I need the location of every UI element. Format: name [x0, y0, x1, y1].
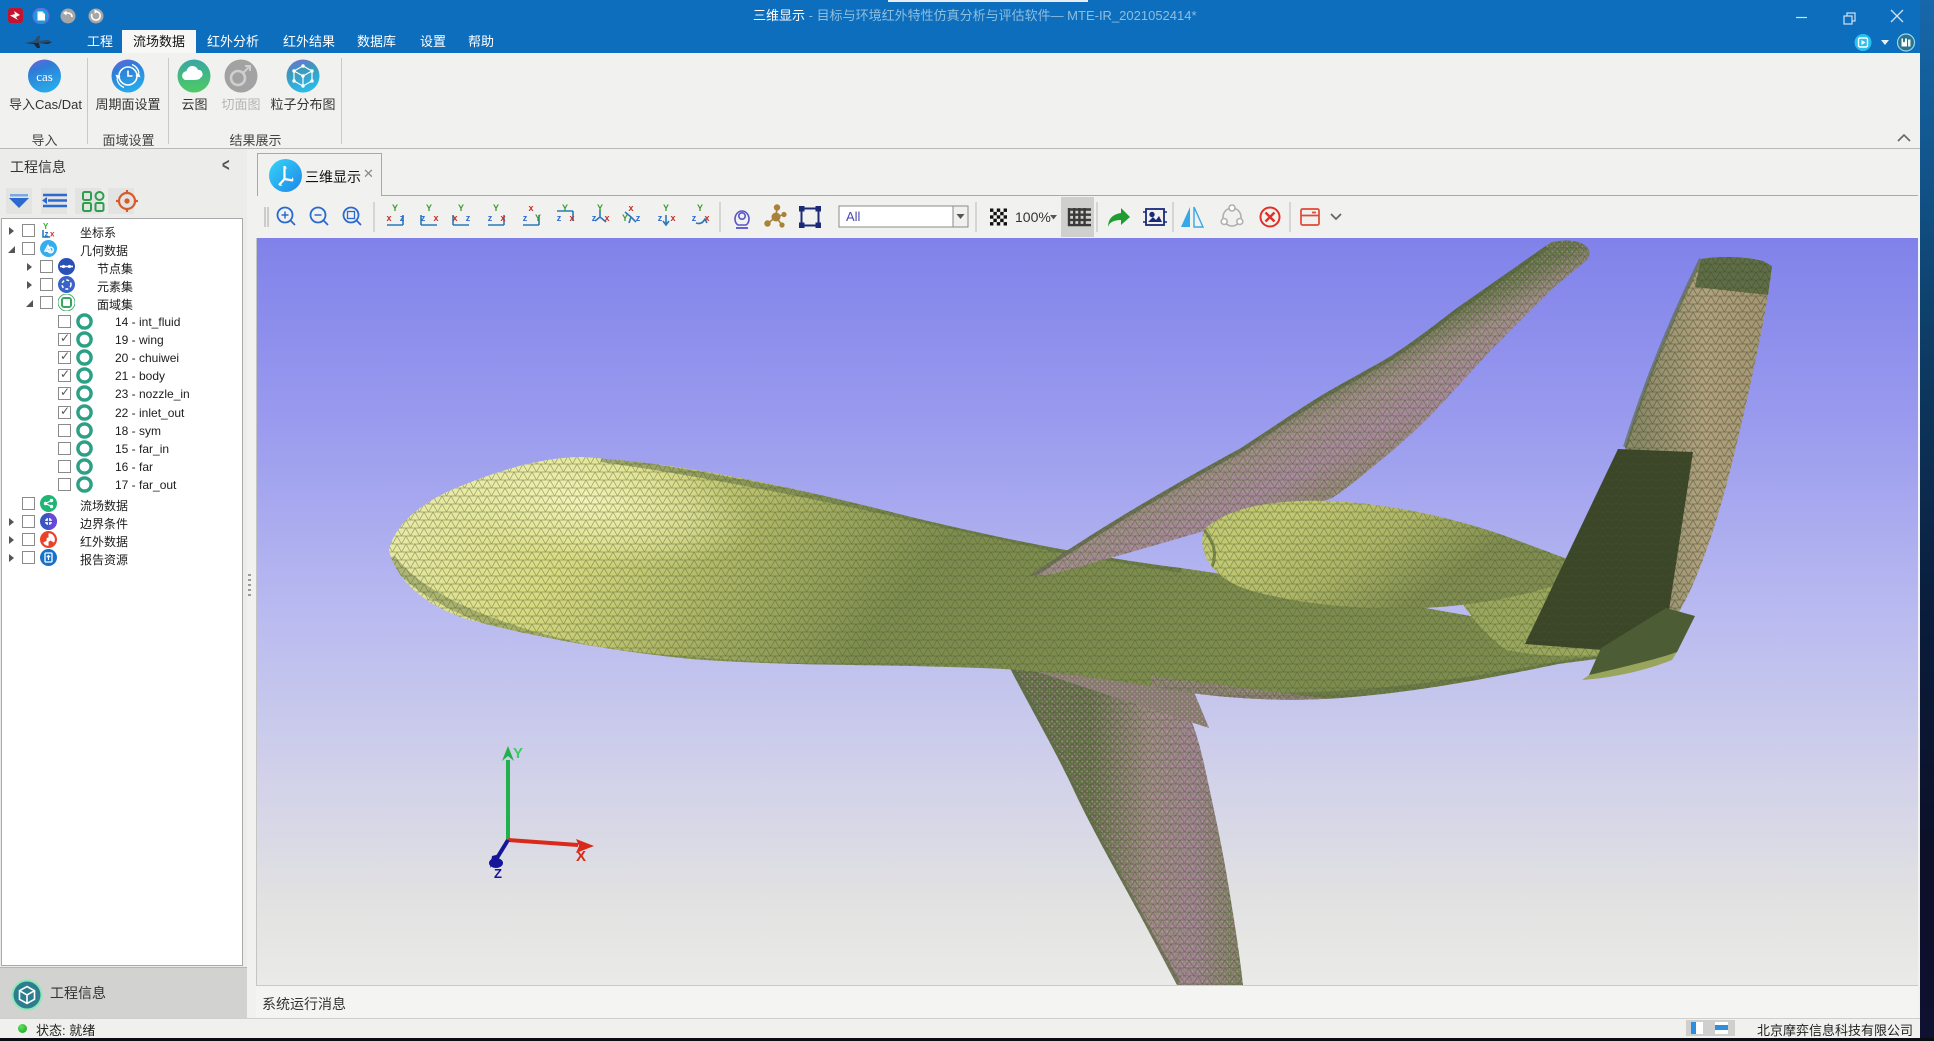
svg-text:Y: Y: [622, 213, 628, 223]
svg-text:z: z: [488, 213, 493, 223]
svg-text:x: x: [452, 213, 457, 223]
svg-text:Y: Y: [562, 203, 568, 213]
svg-text:x: x: [604, 213, 609, 223]
svg-text:Y: Y: [392, 203, 398, 213]
svg-text:z: z: [557, 213, 562, 223]
svg-text:100%: 100%: [1015, 209, 1051, 225]
svg-text:z: z: [466, 213, 471, 223]
svg-text:Z: Z: [494, 866, 502, 881]
svg-text:z: z: [400, 213, 405, 223]
svg-text:x: x: [500, 213, 505, 223]
svg-text:x: x: [386, 213, 391, 223]
svg-text:Y: Y: [535, 213, 541, 223]
svg-text:cas: cas: [36, 69, 53, 84]
svg-text:Y: Y: [493, 203, 499, 213]
svg-text:All: All: [846, 209, 861, 224]
svg-text:z: z: [636, 213, 641, 223]
svg-text:x: x: [670, 213, 675, 223]
svg-text:X: X: [576, 848, 586, 865]
svg-text:Y: Y: [458, 203, 464, 213]
svg-text:z: z: [592, 213, 597, 223]
svg-text:z: z: [45, 229, 49, 238]
svg-text:z: z: [523, 213, 528, 223]
svg-text:z: z: [421, 213, 426, 223]
svg-text:x: x: [433, 213, 438, 223]
svg-text:x: x: [628, 203, 633, 213]
svg-text:Y: Y: [697, 203, 703, 213]
svg-text:x: x: [569, 213, 574, 223]
svg-text:Y: Y: [513, 745, 523, 762]
svg-text:Y: Y: [426, 203, 432, 213]
svg-text:x: x: [50, 229, 55, 238]
svg-text:x: x: [528, 203, 533, 213]
svg-text:z: z: [692, 213, 697, 223]
svg-text:Y: Y: [663, 203, 669, 213]
svg-text:z: z: [658, 213, 663, 223]
svg-text:x: x: [704, 213, 709, 223]
svg-text:Y: Y: [597, 203, 603, 213]
